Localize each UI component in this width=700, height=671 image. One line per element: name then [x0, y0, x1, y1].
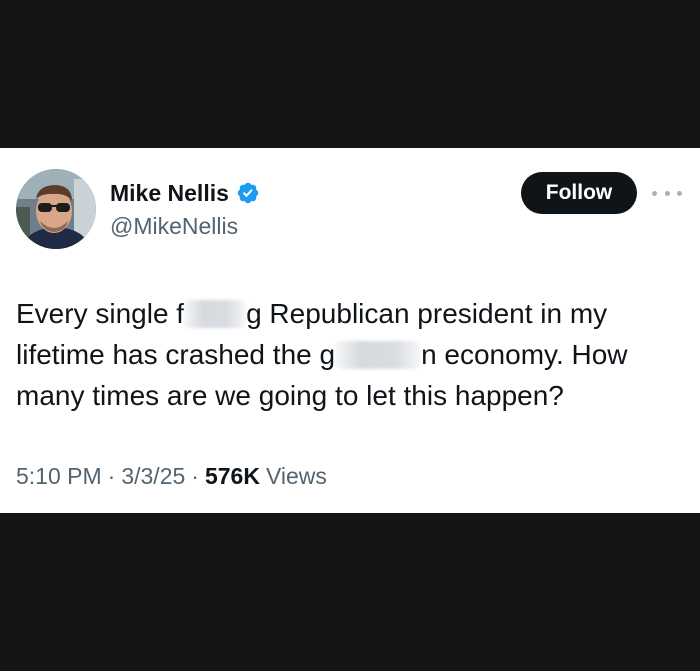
tweet-text-segment: n economy. How [421, 339, 628, 370]
more-dot [664, 190, 670, 196]
tweet-text: Every single f g Republican president in … [16, 293, 686, 416]
follow-button[interactable]: Follow [521, 172, 637, 214]
tweet-text-segment: lifetime has crashed the g [16, 339, 336, 370]
author-name-row[interactable]: Mike Nellis [110, 179, 260, 207]
verified-badge-icon [237, 182, 259, 204]
more-options-icon[interactable] [652, 186, 682, 200]
avatar[interactable] [16, 169, 96, 249]
censored-word-blur [335, 341, 422, 369]
tweet-text-segment: many times are we going to let this happ… [16, 380, 564, 411]
more-dot [652, 190, 657, 196]
views-count: 576K [204, 463, 260, 489]
tweet-text-segment: g Republican president in my [246, 298, 608, 329]
tweet-text-segment: Every single f [16, 298, 185, 329]
meta-separator: · [191, 463, 199, 489]
profile-photo-icon [16, 169, 96, 249]
views-label: Views [265, 463, 327, 489]
tweet-date[interactable]: 3/3/25 [121, 462, 185, 490]
tweet-time[interactable]: 5:10 PM [16, 462, 102, 490]
author-display-name[interactable]: Mike Nellis [110, 179, 229, 207]
censored-word-blur [184, 300, 247, 328]
tweet-card: Mike Nellis @MikeNellis Follow Every sin… [0, 148, 700, 513]
tweet-meta: 5:10 PM · 3/3/25 · 576K Views [16, 462, 327, 490]
more-dot [677, 190, 682, 196]
author-handle[interactable]: @MikeNellis [110, 212, 238, 240]
meta-separator: · [107, 463, 116, 489]
